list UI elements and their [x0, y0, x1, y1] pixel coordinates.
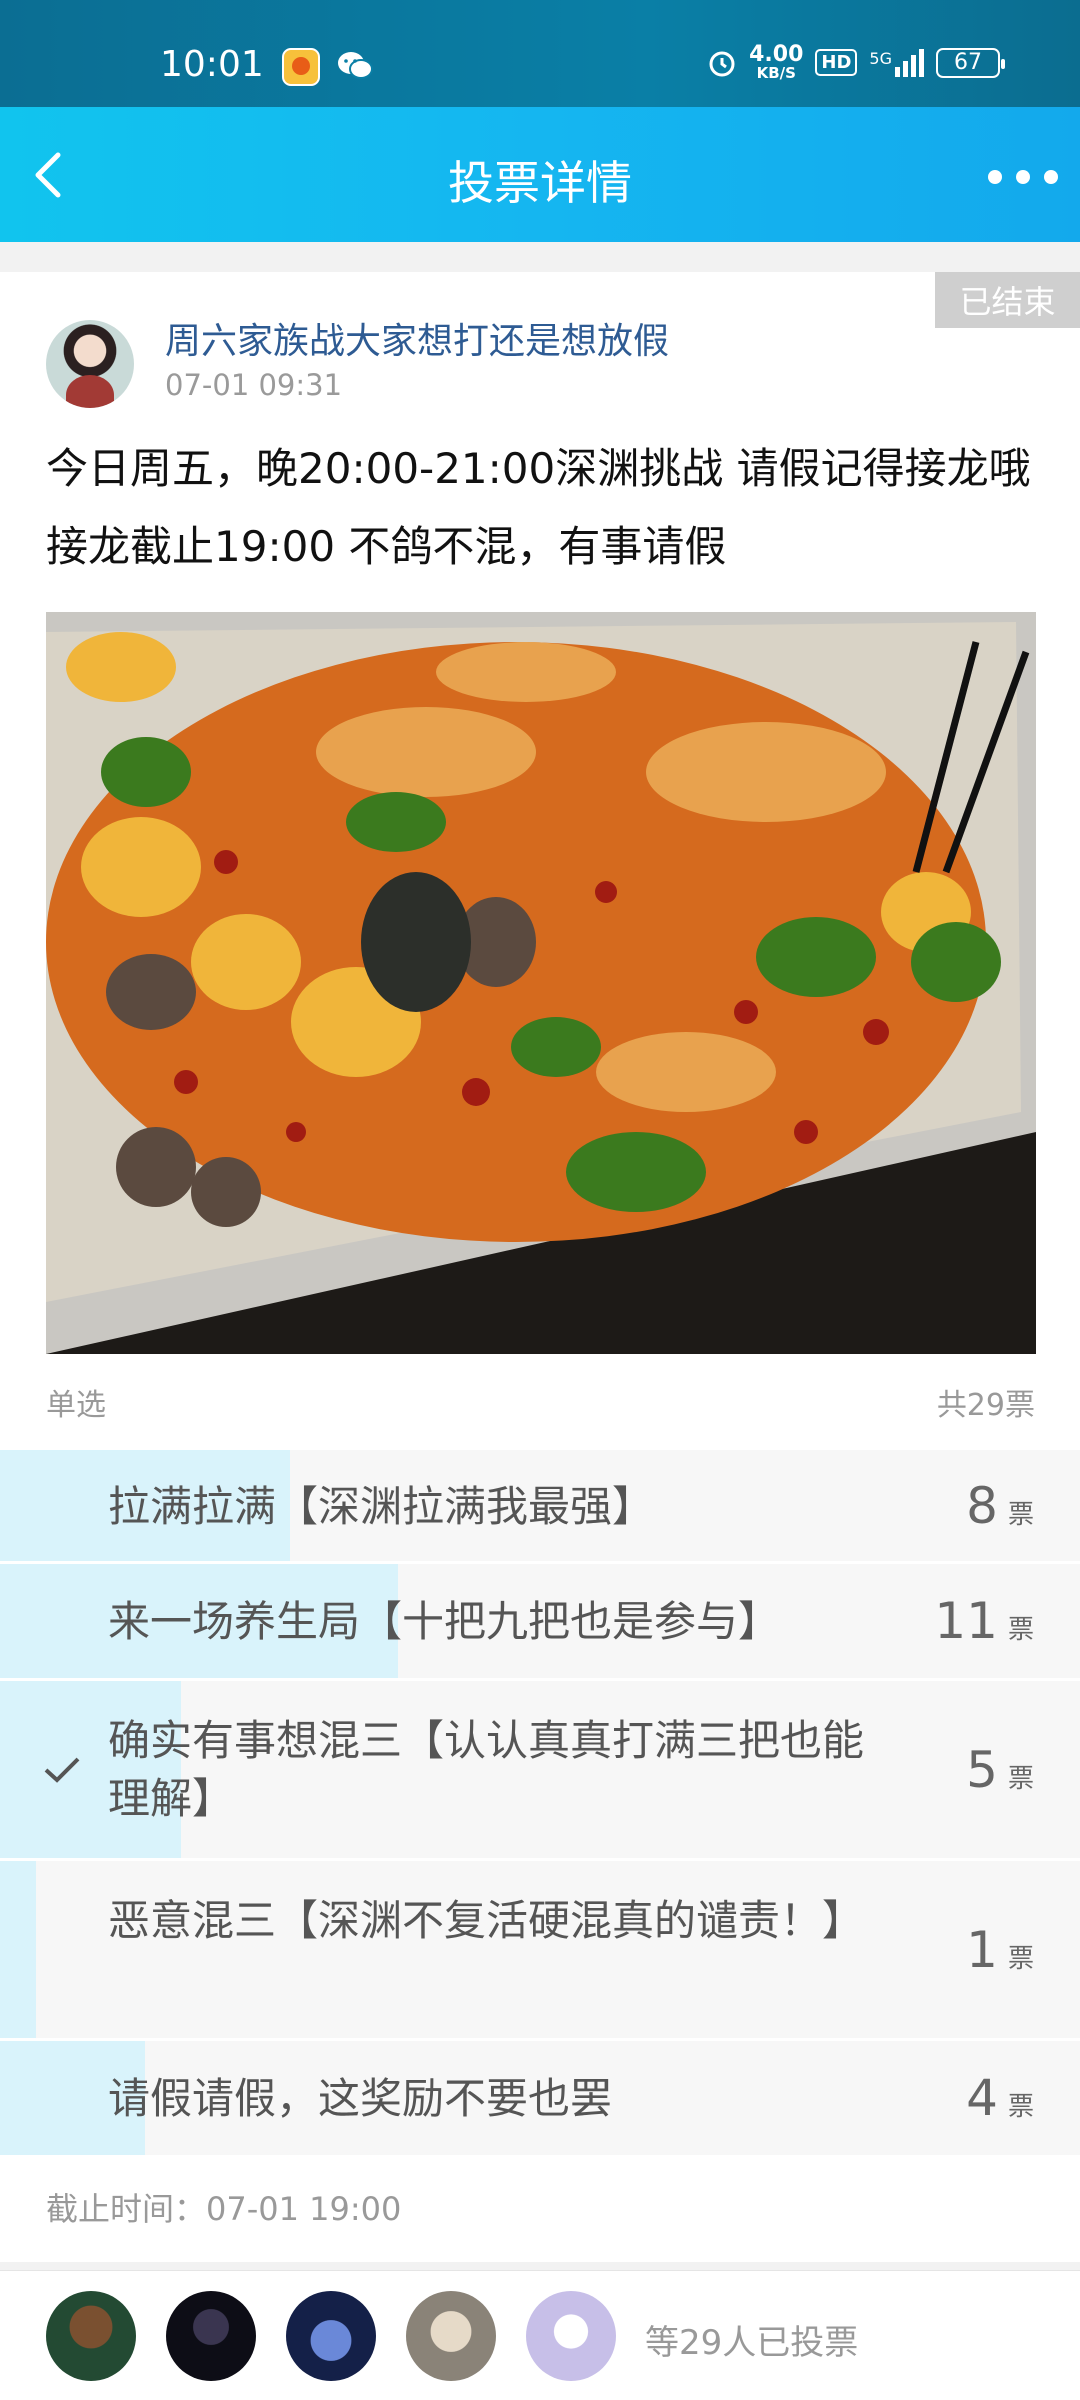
hd-badge: HD: [815, 49, 858, 76]
option-count: 4票: [966, 2069, 1034, 2127]
vote-option[interactable]: 拉满拉满【深渊拉满我最强】 8票: [0, 1450, 1080, 1564]
avatar: [406, 2291, 496, 2381]
avatar: [166, 2291, 256, 2381]
vote-option-selected[interactable]: 确实有事想混三【认认真真打满三把也能理解】 5票: [0, 1681, 1080, 1861]
avatar: [526, 2291, 616, 2381]
more-icon[interactable]: [988, 157, 1058, 197]
status-badge: 已结束: [927, 272, 1080, 328]
vote-type: 单选: [46, 1388, 106, 1423]
status-time: 10:01: [160, 44, 264, 85]
voters-bar[interactable]: 等29人已投票: [0, 2270, 1080, 2400]
alarm-icon: [709, 51, 735, 76]
page-title: 投票详情: [448, 156, 632, 210]
vote-option[interactable]: 请假请假，这奖励不要也罢 4票: [0, 2041, 1080, 2158]
option-label: 请假请假，这奖励不要也罢: [108, 2074, 613, 2123]
option-label: 来一场养生局【十把九把也是参与】: [108, 1597, 781, 1646]
post-image[interactable]: [46, 612, 1036, 1354]
option-label: 恶意混三【深渊不复活硬混真的谴责！】: [108, 1896, 865, 1945]
vote-option[interactable]: 恶意混三【深渊不复活硬混真的谴责！】 1票: [0, 1861, 1080, 2041]
voter-count: 等29人已投票: [645, 2323, 859, 2363]
avatar: [286, 2291, 376, 2381]
option-label: 确实有事想混三【认认真真打满三把也能理解】: [108, 1716, 865, 1823]
vote-option[interactable]: 来一场养生局【十把九把也是参与】 11 票: [0, 1564, 1080, 1681]
vote-options: 拉满拉满【深渊拉满我最强】 8票 来一场养生局【十把九把也是参与】 11 票 确实…: [0, 1450, 1080, 2158]
vote-total: 共29票: [936, 1388, 1035, 1423]
option-label: 拉满拉满【深渊拉满我最强】: [108, 1482, 655, 1531]
battery-icon: 67: [936, 47, 1005, 78]
option-count: 5票: [966, 1740, 1034, 1799]
option-count: 11 票: [934, 1592, 1034, 1650]
status-bar: 10:01 4.00 KB/S HD 5G 67: [0, 0, 1080, 107]
status-indicators: 4.00 KB/S HD 5G 67: [707, 42, 1005, 82]
post-time: 07-01 09:31: [165, 368, 343, 402]
vote-card: 已结束 周六家族战大家想打还是想放假 07-01 09:31 今日周五，晚20:…: [0, 272, 1080, 2262]
voter-avatars: [46, 2291, 616, 2381]
app-notification-icon: [282, 48, 320, 86]
post-body: 今日周五，晚20:00-21:00深渊挑战 请假记得接龙哦 接龙截止19:00 …: [46, 444, 1031, 571]
network-speed: 4.00 KB/S: [749, 42, 804, 82]
author-avatar[interactable]: [46, 320, 134, 408]
option-count: 1票: [966, 1920, 1034, 1979]
option-count: 8票: [966, 1476, 1034, 1535]
vote-deadline: 截止时间：07-01 19:00: [46, 2190, 402, 2228]
nav-bar: 投票详情: [0, 107, 1080, 242]
wechat-icon: [338, 52, 373, 79]
signal-icon: 5G: [869, 48, 924, 77]
post-title: 周六家族战大家想打还是想放假: [165, 321, 670, 362]
avatar: [46, 2291, 136, 2381]
